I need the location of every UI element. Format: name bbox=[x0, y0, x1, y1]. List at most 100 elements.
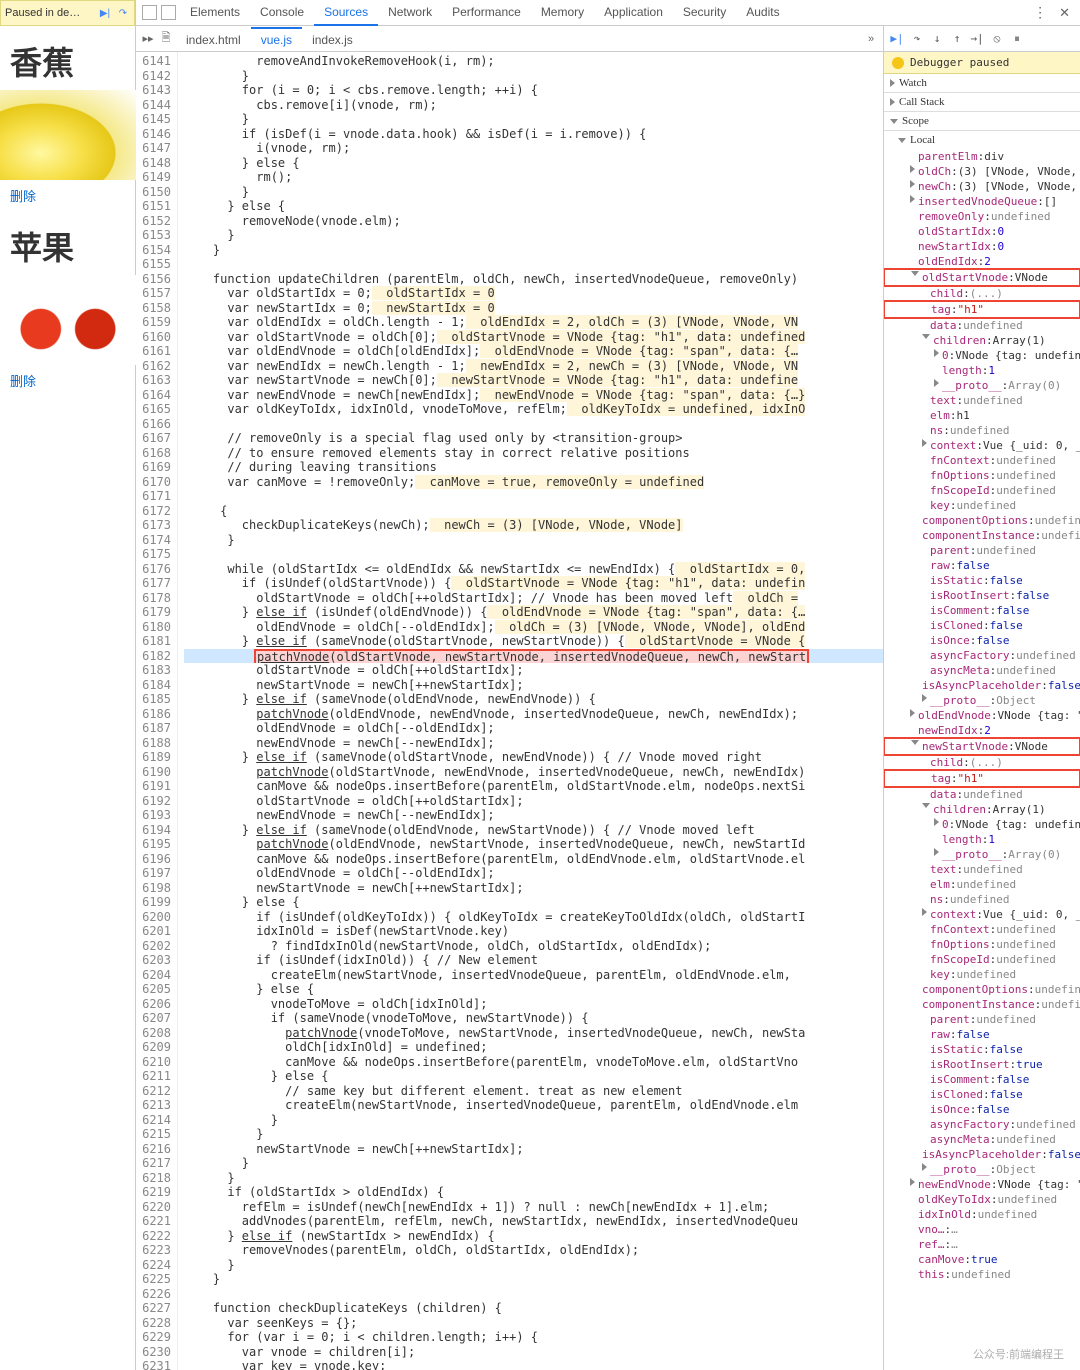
tab-application[interactable]: Application bbox=[594, 0, 673, 26]
scope-row[interactable]: isComment: false bbox=[884, 1072, 1080, 1087]
scope-row[interactable]: fnScopeId: undefined bbox=[884, 952, 1080, 967]
delete-link-2[interactable]: 删除 bbox=[10, 371, 36, 390]
scope-row[interactable]: elm: h1 bbox=[884, 408, 1080, 423]
sidebar-toggle-icon[interactable]: ▸▸ bbox=[140, 32, 156, 46]
resume-icon[interactable]: ▶| bbox=[98, 6, 112, 20]
scope-row[interactable]: newCh: (3) [VNode, VNode, VN… bbox=[884, 179, 1080, 194]
scope-row[interactable]: vno…: … bbox=[884, 1222, 1080, 1237]
tab-performance[interactable]: Performance bbox=[442, 0, 531, 26]
scope-row[interactable]: text: undefined bbox=[884, 393, 1080, 408]
scope-row[interactable]: key: undefined bbox=[884, 498, 1080, 513]
scope-local-header[interactable]: Local bbox=[884, 131, 1080, 149]
scope-row[interactable]: asyncFactory: undefined bbox=[884, 1117, 1080, 1132]
callstack-panel-header[interactable]: Call Stack bbox=[884, 93, 1080, 111]
scope-row[interactable]: isRootInsert: false bbox=[884, 588, 1080, 603]
watch-panel-header[interactable]: Watch bbox=[884, 74, 1080, 92]
tab-elements[interactable]: Elements bbox=[180, 0, 250, 26]
scope-row[interactable]: oldStartIdx: 0 bbox=[884, 224, 1080, 239]
scope-row[interactable]: ref…: … bbox=[884, 1237, 1080, 1252]
scope-row[interactable]: parent: undefined bbox=[884, 543, 1080, 558]
scope-row[interactable]: 0: VNode {tag: undefined… bbox=[884, 817, 1080, 832]
step-into-icon[interactable]: ↓ bbox=[930, 32, 944, 46]
scope-row[interactable]: ns: undefined bbox=[884, 423, 1080, 438]
scope-row[interactable]: isStatic: false bbox=[884, 1042, 1080, 1057]
scope-row[interactable]: parent: undefined bbox=[884, 1012, 1080, 1027]
scope-row[interactable]: isAsyncPlaceholder: false bbox=[884, 678, 1080, 693]
scope-row[interactable]: newStartVnode: VNode bbox=[884, 737, 1080, 756]
scope-row[interactable]: tag: "h1" bbox=[884, 300, 1080, 319]
tab-network[interactable]: Network bbox=[378, 0, 442, 26]
scope-row[interactable]: text: undefined bbox=[884, 862, 1080, 877]
scope-row[interactable]: data: undefined bbox=[884, 787, 1080, 802]
scope-row[interactable]: componentInstance: undefin… bbox=[884, 528, 1080, 543]
scope-row[interactable]: context: Vue {_uid: 0, _is… bbox=[884, 907, 1080, 922]
tab-memory[interactable]: Memory bbox=[531, 0, 594, 26]
scope-row[interactable]: oldStartVnode: VNode bbox=[884, 268, 1080, 287]
scope-row[interactable]: __proto__: Array(0) bbox=[884, 847, 1080, 862]
more-tabs-icon[interactable]: » bbox=[863, 32, 879, 46]
scope-row[interactable]: fnContext: undefined bbox=[884, 922, 1080, 937]
scope-row[interactable]: fnOptions: undefined bbox=[884, 468, 1080, 483]
code-editor[interactable]: 6141 6142 6143 6144 6145 6146 6147 6148 … bbox=[136, 52, 883, 1370]
scope-panel-header[interactable]: Scope bbox=[884, 112, 1080, 130]
scope-row[interactable]: fnContext: undefined bbox=[884, 453, 1080, 468]
scope-row[interactable]: oldKeyToIdx: undefined bbox=[884, 1192, 1080, 1207]
scope-row[interactable]: oldEndIdx: 2 bbox=[884, 254, 1080, 269]
tab-console[interactable]: Console bbox=[250, 0, 314, 26]
step-over-icon[interactable]: ↷ bbox=[116, 6, 130, 20]
scope-row[interactable]: newEndVnode: VNode {tag: "sp… bbox=[884, 1177, 1080, 1192]
scope-row[interactable]: asyncMeta: undefined bbox=[884, 663, 1080, 678]
scope-row[interactable]: tag: "h1" bbox=[884, 769, 1080, 788]
scope-row[interactable]: canMove: true bbox=[884, 1252, 1080, 1267]
scope-row[interactable]: children: Array(1) bbox=[884, 802, 1080, 817]
kebab-menu-icon[interactable]: ⋮ bbox=[1029, 4, 1051, 21]
scope-row[interactable]: length: 1 bbox=[884, 363, 1080, 378]
scope-row[interactable]: parentElm: div bbox=[884, 149, 1080, 164]
scope-row[interactable]: insertedVnodeQueue: [] bbox=[884, 194, 1080, 209]
scope-row[interactable]: __proto__: Object bbox=[884, 1162, 1080, 1177]
scope-row[interactable]: isOnce: false bbox=[884, 633, 1080, 648]
scope-row[interactable]: newEndIdx: 2 bbox=[884, 723, 1080, 738]
file-tab-index-html[interactable]: index.html bbox=[176, 27, 251, 51]
scope-row[interactable]: data: undefined bbox=[884, 318, 1080, 333]
scope-row[interactable]: componentInstance: undefin… bbox=[884, 997, 1080, 1012]
scope-row[interactable]: raw: false bbox=[884, 1027, 1080, 1042]
pause-exceptions-icon[interactable]: ⏸ bbox=[1010, 32, 1024, 46]
scope-row[interactable]: 0: VNode {tag: undefined… bbox=[884, 348, 1080, 363]
scope-row[interactable]: isCloned: false bbox=[884, 1087, 1080, 1102]
tab-sources[interactable]: Sources bbox=[314, 0, 378, 26]
scope-row[interactable]: fnOptions: undefined bbox=[884, 937, 1080, 952]
scope-row[interactable]: isRootInsert: true bbox=[884, 1057, 1080, 1072]
scope-row[interactable]: ns: undefined bbox=[884, 892, 1080, 907]
deactivate-breakpoints-icon[interactable]: ⦸ bbox=[990, 32, 1004, 46]
tab-security[interactable]: Security bbox=[673, 0, 736, 26]
step-over-button-icon[interactable]: ↷ bbox=[910, 32, 924, 46]
scope-row[interactable]: isOnce: false bbox=[884, 1102, 1080, 1117]
step-icon[interactable]: →| bbox=[970, 32, 984, 46]
scope-row[interactable]: oldCh: (3) [VNode, VNode, VN… bbox=[884, 164, 1080, 179]
scope-row[interactable]: __proto__: Object bbox=[884, 693, 1080, 708]
scope-row[interactable]: __proto__: Array(0) bbox=[884, 378, 1080, 393]
scope-row[interactable]: componentOptions: undefined bbox=[884, 982, 1080, 997]
scope-row[interactable]: idxInOld: undefined bbox=[884, 1207, 1080, 1222]
scope-row[interactable]: isStatic: false bbox=[884, 573, 1080, 588]
scope-row[interactable]: isCloned: false bbox=[884, 618, 1080, 633]
file-tab-index-js[interactable]: index.js bbox=[302, 27, 363, 51]
scope-row[interactable]: oldEndVnode: VNode {tag: "sp… bbox=[884, 708, 1080, 723]
step-out-icon[interactable]: ↑ bbox=[950, 32, 964, 46]
scope-row[interactable]: context: Vue {_uid: 0, _is… bbox=[884, 438, 1080, 453]
scope-row[interactable]: removeOnly: undefined bbox=[884, 209, 1080, 224]
scope-row[interactable]: fnScopeId: undefined bbox=[884, 483, 1080, 498]
scope-row[interactable]: asyncMeta: undefined bbox=[884, 1132, 1080, 1147]
device-toggle-icon[interactable] bbox=[161, 5, 176, 20]
resume-button-icon[interactable]: ▶| bbox=[890, 32, 904, 46]
scope-row[interactable]: key: undefined bbox=[884, 967, 1080, 982]
scope-row[interactable]: this: undefined bbox=[884, 1267, 1080, 1282]
scope-row[interactable]: raw: false bbox=[884, 558, 1080, 573]
scope-row[interactable]: newStartIdx: 0 bbox=[884, 239, 1080, 254]
scope-row[interactable]: length: 1 bbox=[884, 832, 1080, 847]
scope-row[interactable]: children: Array(1) bbox=[884, 333, 1080, 348]
file-tab-vue-js[interactable]: vue.js bbox=[251, 27, 302, 51]
scope-row[interactable]: child: (...) bbox=[884, 286, 1080, 301]
tab-audits[interactable]: Audits bbox=[736, 0, 789, 26]
